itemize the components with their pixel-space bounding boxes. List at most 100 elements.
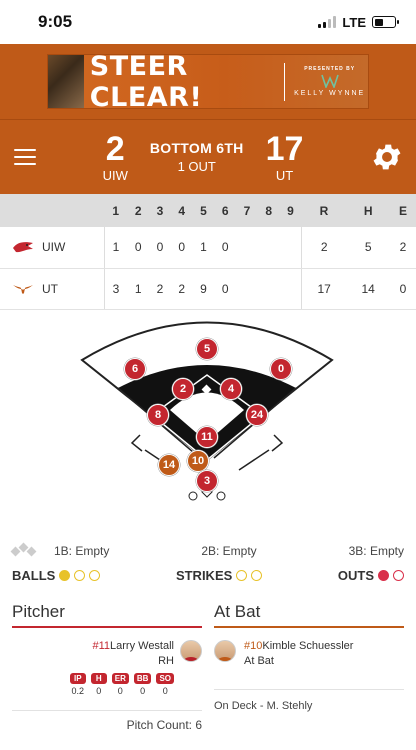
pitcher-number: #11 [92, 639, 111, 652]
matchup-panels: Pitcher #11Larry Westall RH IP 0.2 H0 ER 0… [0, 598, 416, 732]
strike-dot [251, 570, 263, 581]
inning-cell [236, 268, 258, 310]
score-summary: 2 UIW BOTTOM 6TH 1 OUT 17 UT [36, 132, 370, 183]
first-baseman[interactable]: 24 [246, 403, 268, 426]
inning-cell [257, 227, 280, 269]
ad-divider [283, 62, 286, 101]
center-fielder[interactable]: 5 [196, 337, 218, 360]
outs-text: 1 OUT [177, 159, 216, 174]
half-inning: BOTTOM 6TH [149, 140, 244, 156]
col-7: 7 [236, 194, 258, 227]
stat-value-so: 0 [162, 685, 168, 696]
stat-value-er: 0 [117, 685, 123, 696]
batter-avatar [214, 639, 236, 662]
brand-logo-icon [320, 74, 339, 88]
home-abbr: UT [275, 167, 294, 183]
pitcher-heading: Pitcher [12, 598, 202, 628]
inning-cell: 2 [149, 268, 171, 310]
on-deck-marker[interactable]: 14 [158, 453, 180, 476]
inning-cell: 0 [149, 227, 171, 269]
stat-label-bb: BB [133, 672, 152, 684]
away-score: 2 UIW [103, 132, 128, 183]
pitcher-card[interactable]: #11Larry Westall RH [12, 639, 202, 667]
pitcher-name: Larry Westall [110, 639, 174, 652]
batter-card[interactable]: #10Kimble Schuessler At Bat [214, 639, 404, 667]
hits-cell: 14 [346, 268, 390, 310]
inning-cell: 0 [214, 227, 237, 269]
col-h: H [346, 194, 390, 227]
ball-dot [74, 570, 86, 581]
inning-cell: 1 [104, 227, 128, 269]
shortstop[interactable]: 2 [172, 377, 194, 400]
linescore-header: 1 2 3 4 5 6 7 8 9 R H E [0, 194, 416, 227]
runs-cell: 2 [300, 227, 347, 269]
col-6: 6 [214, 194, 237, 227]
errors-cell: 0 [389, 268, 416, 310]
col-8: 8 [257, 194, 280, 227]
stat-label-er: ER [111, 672, 129, 684]
stat-label-ip: IP [69, 672, 86, 684]
battery-icon [372, 16, 399, 28]
col-3: 3 [149, 194, 171, 227]
at-bat-panel: At Bat #10Kimble Schuessler At Bat On De… [214, 598, 404, 732]
status-bar: 9:05 LTE [0, 0, 416, 44]
hits-cell: 5 [346, 227, 390, 269]
col-4: 4 [170, 194, 193, 227]
errors-cell: 2 [389, 227, 416, 269]
gear-icon[interactable] [370, 140, 404, 174]
runs-cell: 17 [300, 268, 347, 310]
count-row: BALLS STRIKES OUTS [0, 562, 416, 590]
cardinal-logo-icon [13, 242, 33, 253]
table-row: UIW 1 0 0 0 1 0 2 5 2 [0, 227, 416, 269]
inning-cell [257, 268, 280, 310]
strike-dot [236, 570, 248, 581]
strikes-label: STRIKES [175, 568, 233, 583]
ad-brand: PRESENTED BY KELLY WYNNE [291, 66, 368, 97]
inning-cell: 0 [214, 268, 237, 310]
batter-name: Kimble Schuessler [262, 639, 354, 652]
inning-cell: 9 [192, 268, 215, 310]
ad-image [48, 55, 84, 108]
team-cell: UT [0, 268, 105, 310]
right-fielder[interactable]: 0 [270, 357, 292, 380]
catcher-marker[interactable]: 3 [196, 469, 218, 492]
second-base-status: 2B: Empty [201, 543, 257, 558]
left-fielder[interactable]: 6 [124, 357, 146, 380]
out-dot [393, 570, 404, 581]
inning-cell: 1 [192, 227, 215, 269]
table-row: UT 3 1 2 2 9 0 17 14 0 [0, 268, 416, 310]
col-9: 9 [279, 194, 302, 227]
third-base-status: 3B: Empty [348, 543, 404, 558]
inning-cell: 0 [170, 227, 193, 269]
second-baseman[interactable]: 4 [220, 377, 242, 400]
sponsor-ad[interactable]: STEER CLEAR! PRESENTED BY KELLY WYNNE [47, 54, 369, 109]
ball-dot [89, 570, 101, 581]
team-name: UT [42, 281, 58, 296]
longhorn-logo-icon [13, 284, 33, 294]
ad-band: STEER CLEAR! PRESENTED BY KELLY WYNNE [0, 44, 416, 119]
stat-value-ip: 0.2 [71, 685, 84, 696]
inning-cell [279, 268, 302, 310]
col-5: 5 [192, 194, 215, 227]
at-bat-heading: At Bat [214, 598, 404, 628]
score-header: 2 UIW BOTTOM 6TH 1 OUT 17 UT [0, 119, 416, 194]
ad-title: STEER CLEAR! [89, 54, 203, 109]
third-baseman[interactable]: 8 [147, 403, 169, 426]
menu-icon[interactable] [14, 149, 36, 165]
bases-diamond-icon [10, 542, 37, 558]
stat-value-h: 0 [96, 685, 102, 696]
batter-marker[interactable]: 10 [187, 449, 209, 472]
team-cell: UIW [0, 227, 105, 269]
balls-label: BALLS [12, 568, 56, 583]
out-dot [378, 570, 389, 581]
inning-cell [279, 227, 302, 269]
col-r: R [301, 194, 347, 227]
inning-cell [236, 227, 258, 269]
batter-number: #10 [244, 639, 263, 652]
inning-cell: 1 [127, 268, 150, 310]
signal-icon [318, 16, 337, 28]
pitcher-hand: RH [158, 654, 174, 667]
ad-presented-by: PRESENTED BY [304, 66, 356, 72]
pitcher-stats: IP 0.2 H0 ER 0 BB 0 SO 0 [12, 672, 174, 696]
pitcher-marker[interactable]: 11 [196, 425, 218, 448]
